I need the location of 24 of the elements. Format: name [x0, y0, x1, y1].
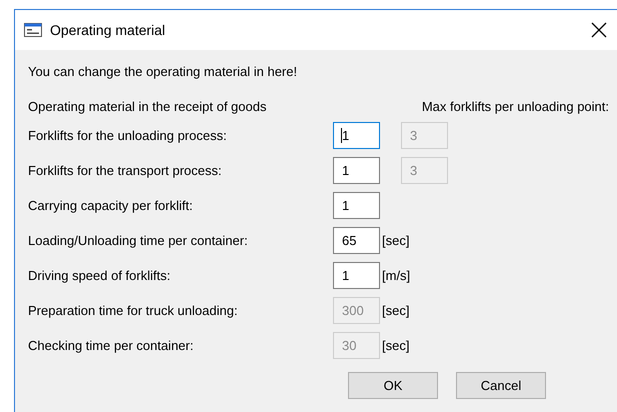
window-title: Operating material: [50, 22, 166, 38]
ok-button[interactable]: OK: [348, 372, 438, 399]
section-heading: Operating material in the receipt of goods: [28, 99, 266, 114]
input-field[interactable]: 1: [333, 122, 380, 149]
field-label: Forklifts for the unloading process:: [28, 128, 228, 143]
unit-label: [m/s]: [382, 268, 410, 283]
close-button[interactable]: [591, 22, 607, 38]
input-field[interactable]: 1: [333, 262, 380, 289]
field-label: Preparation time for truck unloading:: [28, 303, 239, 318]
field-label: Carrying capacity per forklift:: [28, 198, 194, 213]
input-field[interactable]: 1: [333, 192, 380, 219]
intro-text: You can change the operating material in here!: [28, 64, 298, 79]
unit-label: [sec]: [382, 233, 410, 248]
field-label: Forklifts for the transport process:: [28, 163, 223, 178]
window-icon: [24, 23, 42, 37]
field-label: Checking time per container:: [28, 338, 194, 353]
field-label: Loading/Unloading time per container:: [28, 233, 249, 248]
unit-label: [sec]: [382, 338, 410, 353]
input-field[interactable]: 65: [333, 227, 380, 254]
field-label: Driving speed of forklifts:: [28, 268, 172, 283]
column-heading: Max forklifts per unloading point:: [422, 99, 609, 114]
unit-label: [sec]: [382, 303, 410, 318]
input-field[interactable]: 1: [333, 157, 380, 184]
cancel-button[interactable]: Cancel: [456, 372, 546, 399]
